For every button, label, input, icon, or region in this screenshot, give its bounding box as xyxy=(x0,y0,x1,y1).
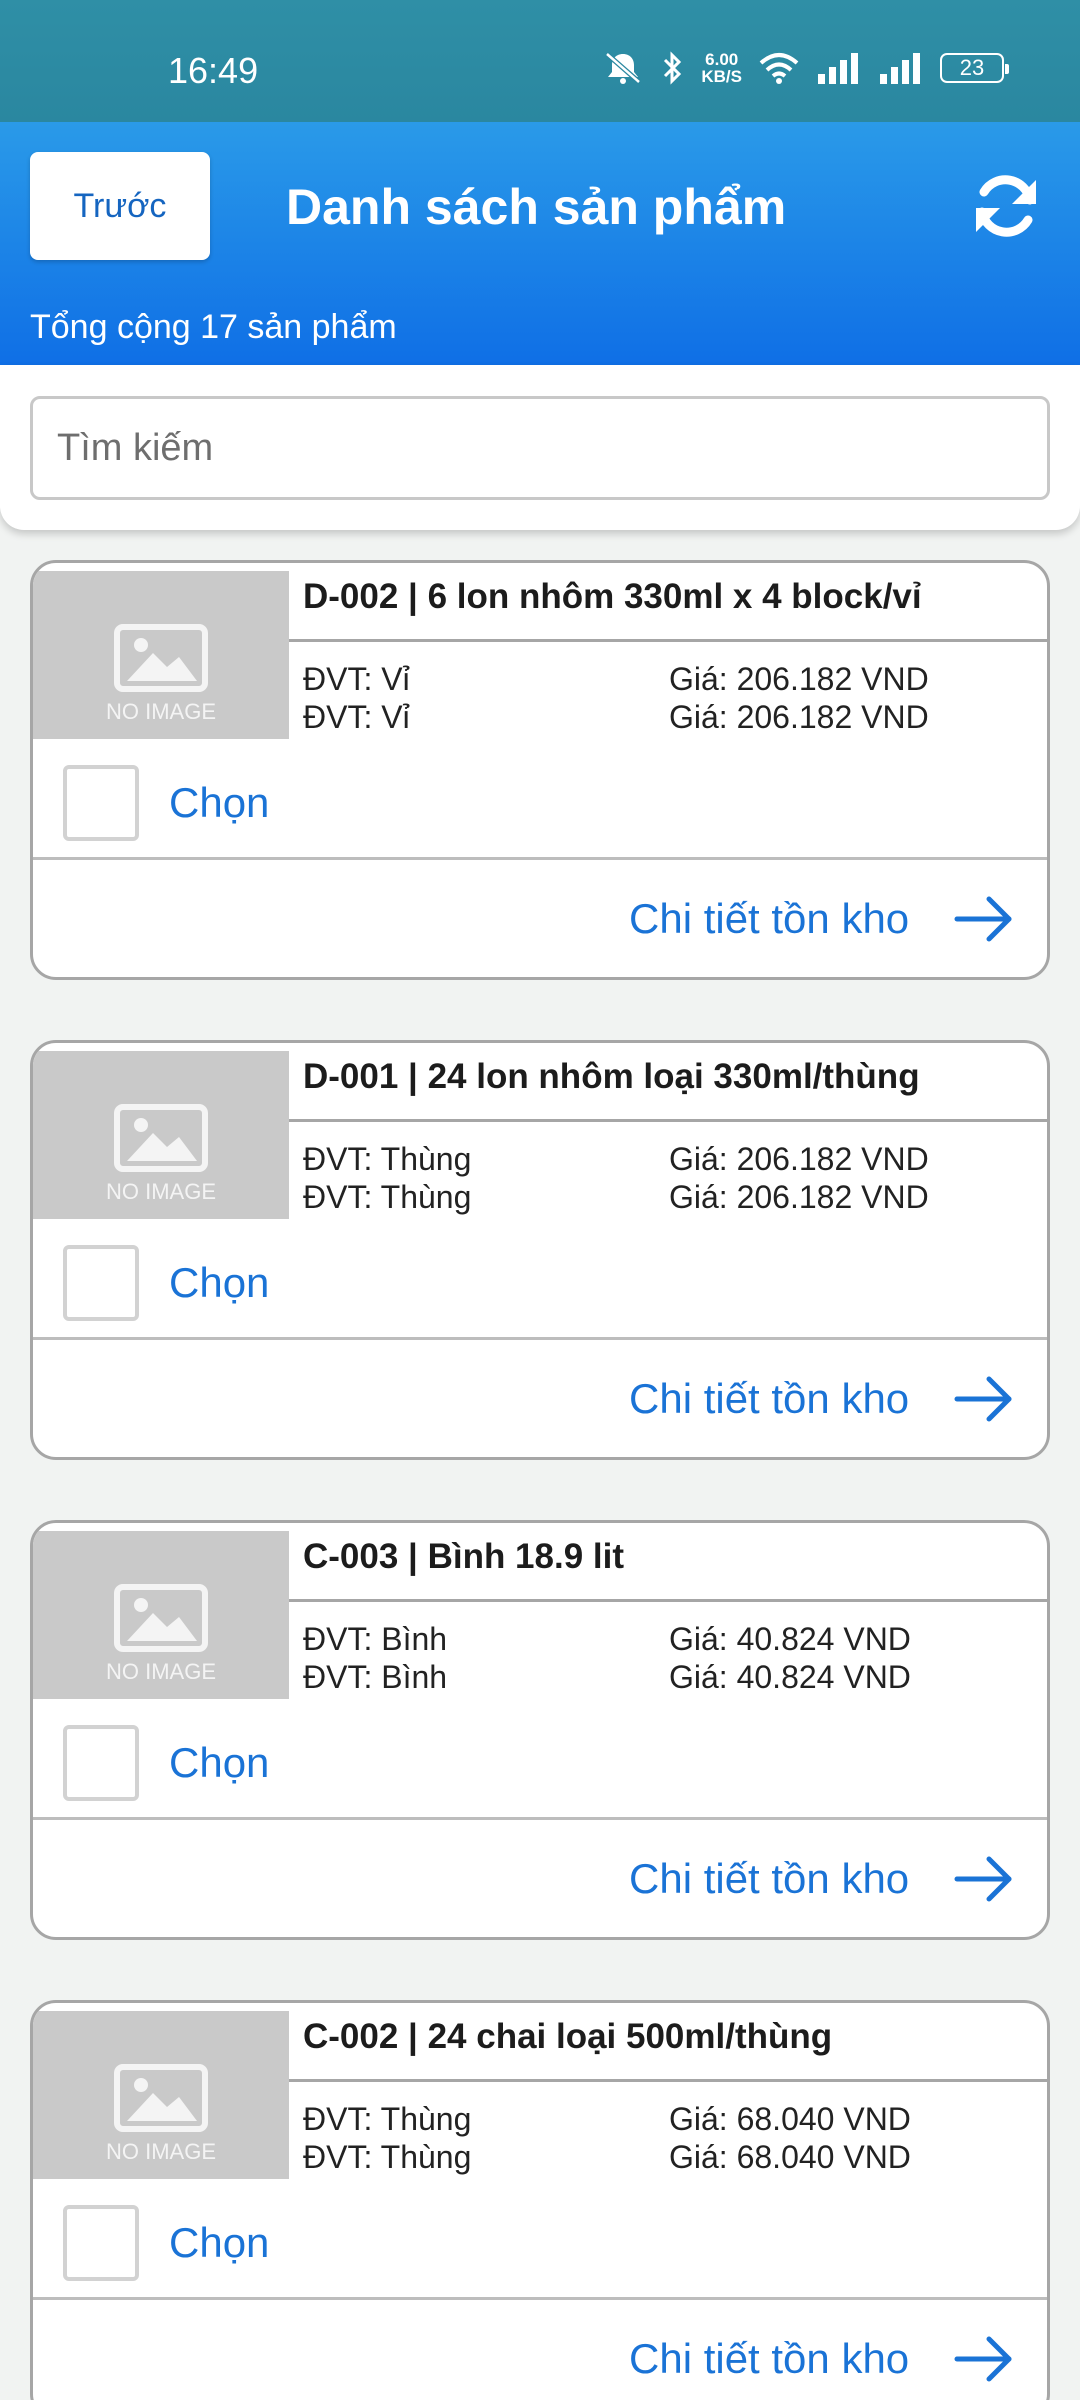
divider xyxy=(33,2297,1047,2300)
inventory-detail-link[interactable]: Chi tiết tồn kho xyxy=(629,895,909,943)
no-image-label: NO IMAGE xyxy=(105,2139,216,2164)
product-card: NO IMAGE C-002 | 24 chai loại 500ml/thùn… xyxy=(30,2000,1050,2400)
product-unit: ĐVT: Vỉ xyxy=(303,699,410,735)
net-speed-value: 6.00 xyxy=(705,50,739,69)
product-price: Giá: 206.182 VND xyxy=(669,699,929,735)
product-title: C-002 | 24 chai loại 500ml/thùng xyxy=(303,2017,833,2056)
product-price: Giá: 206.182 VND xyxy=(669,1141,929,1177)
divider xyxy=(289,1119,1047,1122)
arrow-right-icon[interactable] xyxy=(953,1849,1017,1909)
status-time: 16:49 xyxy=(168,50,259,91)
inventory-detail-link[interactable]: Chi tiết tồn kho xyxy=(629,1855,909,1903)
search-input[interactable] xyxy=(30,396,1050,500)
signal-icon xyxy=(818,53,858,84)
arrow-right-icon[interactable] xyxy=(953,2329,1017,2389)
product-unit: ĐVT: Thùng xyxy=(303,2101,472,2137)
battery-icon: 23 xyxy=(940,53,1009,83)
total-count: Tổng cộng 17 sản phẩm xyxy=(30,308,397,346)
status-icons: 6.00 KB/S 23 xyxy=(601,50,1009,86)
product-price: Giá: 40.824 VND xyxy=(669,1659,911,1695)
product-title: C-003 | Bình 18.9 lit xyxy=(303,1537,624,1576)
divider xyxy=(289,2079,1047,2082)
status-bar: 16:49 6.00 KB/S 23 xyxy=(0,0,1080,122)
product-price: Giá: 68.040 VND xyxy=(669,2101,911,2137)
product-price: Giá: 206.182 VND xyxy=(669,661,929,697)
product-unit: ĐVT: Thùng xyxy=(303,1179,472,1215)
product-unit: ĐVT: Thùng xyxy=(303,2139,472,2175)
product-thumbnail: NO IMAGE xyxy=(33,1051,289,1219)
mute-icon xyxy=(605,52,642,84)
product-thumbnail: NO IMAGE xyxy=(33,571,289,739)
divider xyxy=(33,1817,1047,1820)
product-list: NO IMAGE D-002 | 6 lon nhôm 330ml x 4 bl… xyxy=(30,560,1050,2400)
product-unit: ĐVT: Bình xyxy=(303,1621,448,1657)
net-speed-unit: KB/S xyxy=(701,67,742,86)
select-checkbox[interactable] xyxy=(63,2205,139,2281)
product-title: D-001 | 24 lon nhôm loại 330ml/thùng xyxy=(303,1057,920,1096)
product-price: Giá: 68.040 VND xyxy=(669,2139,911,2175)
product-unit: ĐVT: Vỉ xyxy=(303,661,410,697)
select-label[interactable]: Chọn xyxy=(169,1739,269,1787)
image-placeholder-icon xyxy=(114,1104,208,1172)
select-checkbox[interactable] xyxy=(63,765,139,841)
no-image-label: NO IMAGE xyxy=(105,1659,216,1684)
back-button[interactable]: Trước xyxy=(30,152,210,260)
inventory-detail-link[interactable]: Chi tiết tồn kho xyxy=(629,1375,909,1423)
product-unit: ĐVT: Thùng xyxy=(303,1141,472,1177)
bluetooth-icon xyxy=(664,51,682,85)
image-placeholder-icon xyxy=(114,2064,208,2132)
page-title: Danh sách sản phẩm xyxy=(286,179,787,235)
select-label[interactable]: Chọn xyxy=(169,2219,269,2267)
product-thumbnail: NO IMAGE xyxy=(33,2011,289,2179)
select-label[interactable]: Chọn xyxy=(169,1259,269,1307)
no-image-label: NO IMAGE xyxy=(105,1179,216,1204)
divider xyxy=(33,857,1047,860)
product-card: NO IMAGE D-002 | 6 lon nhôm 330ml x 4 bl… xyxy=(30,560,1050,980)
app-header: Trước Danh sách sản phẩm Tổng cộng 17 sả… xyxy=(0,122,1080,365)
select-checkbox[interactable] xyxy=(63,1245,139,1321)
product-price: Giá: 206.182 VND xyxy=(669,1179,929,1215)
arrow-right-icon[interactable] xyxy=(953,889,1017,949)
divider xyxy=(289,1599,1047,1602)
refresh-icon[interactable] xyxy=(970,170,1042,242)
inventory-detail-link[interactable]: Chi tiết tồn kho xyxy=(629,2335,909,2383)
net-speed: 6.00 KB/S xyxy=(701,51,742,85)
wifi-icon xyxy=(759,53,799,84)
signal-icon xyxy=(880,53,920,84)
product-unit: ĐVT: Bình xyxy=(303,1659,448,1695)
product-card: NO IMAGE D-001 | 24 lon nhôm loại 330ml/… xyxy=(30,1040,1050,1460)
select-checkbox[interactable] xyxy=(63,1725,139,1801)
divider xyxy=(33,1337,1047,1340)
battery-level: 23 xyxy=(959,55,985,80)
product-thumbnail: NO IMAGE xyxy=(33,1531,289,1699)
image-placeholder-icon xyxy=(114,1584,208,1652)
image-placeholder-icon xyxy=(114,624,208,692)
search-panel xyxy=(0,365,1080,530)
arrow-right-icon[interactable] xyxy=(953,1369,1017,1429)
product-price: Giá: 40.824 VND xyxy=(669,1621,911,1657)
product-card: NO IMAGE C-003 | Bình 18.9 lit ĐVT: Bình… xyxy=(30,1520,1050,1940)
select-label[interactable]: Chọn xyxy=(169,779,269,827)
product-title: D-002 | 6 lon nhôm 330ml x 4 block/vỉ xyxy=(303,577,922,616)
divider xyxy=(289,639,1047,642)
no-image-label: NO IMAGE xyxy=(105,699,216,724)
